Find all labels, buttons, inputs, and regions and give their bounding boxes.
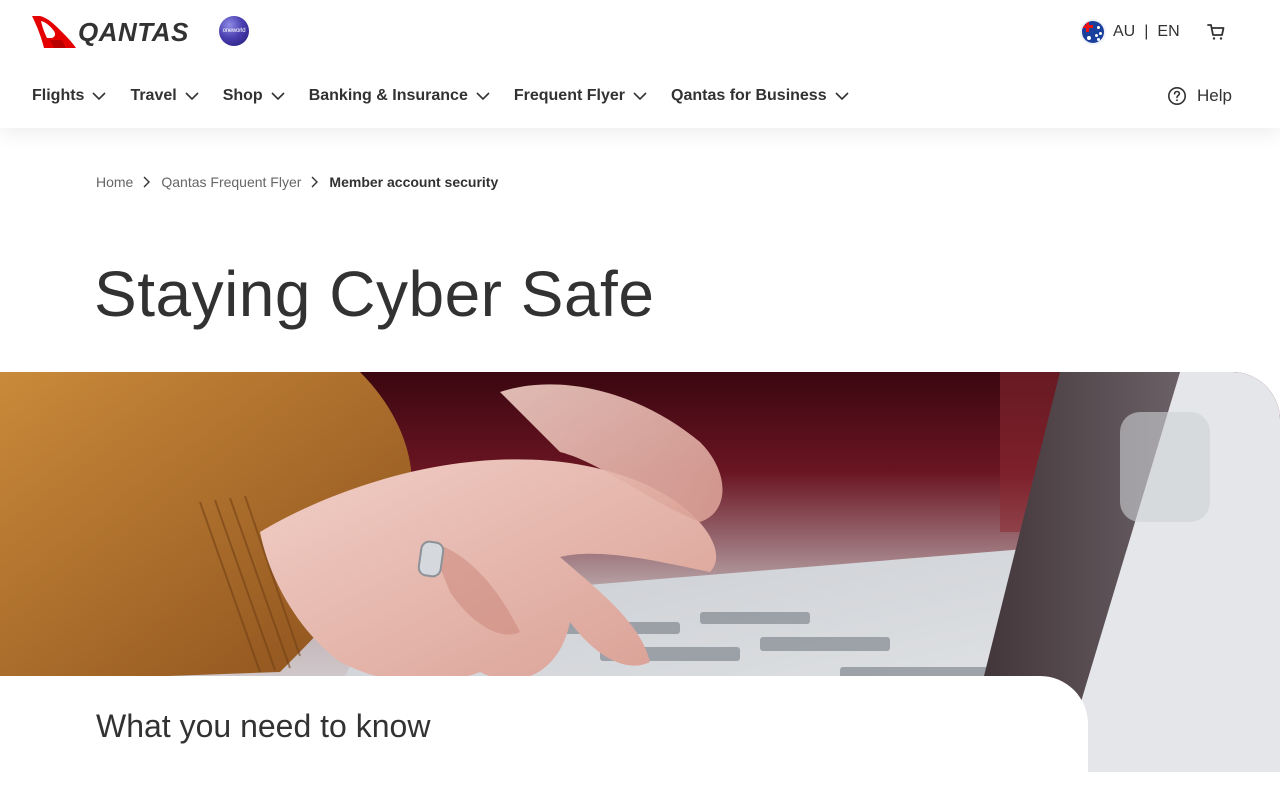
australia-flag-icon [1082,21,1104,43]
nav-shop-label: Shop [222,87,263,104]
content-card: What you need to know [0,676,1088,800]
chevron-down-icon [271,92,285,100]
locale-selector[interactable]: AU | EN [1082,20,1180,44]
nav-flights[interactable]: Flights [32,84,107,108]
qantas-logo[interactable]: QANTAS [32,16,189,48]
nav-shop[interactable]: Shop [223,84,285,108]
locale-language: EN [1157,23,1180,40]
nav-banking-insurance-label: Banking & Insurance [308,87,468,104]
oneworld-label: oneworld [222,28,246,34]
chevron-down-icon [835,92,849,100]
main-nav: Flights Travel Shop Banking & Insurance … [32,84,873,108]
chevron-right-icon [311,176,319,188]
breadcrumb-home[interactable]: Home [96,174,133,190]
breadcrumb: Home Qantas Frequent Flyer Member accoun… [96,174,498,190]
nav-travel-label: Travel [130,87,177,104]
nav-flights-label: Flights [32,87,85,104]
chevron-down-icon [476,92,490,100]
help-link[interactable]: Help [1167,84,1232,108]
locale-separator: | [1144,23,1149,40]
nav-frequent-flyer-label: Frequent Flyer [513,87,625,104]
breadcrumb-current: Member account security [329,174,499,190]
chevron-down-icon [633,92,647,100]
nav-qantas-for-business-label: Qantas for Business [671,87,827,104]
kangaroo-logo-icon [32,16,76,48]
chevron-down-icon [185,92,199,100]
nav-frequent-flyer[interactable]: Frequent Flyer [514,84,647,108]
nav-travel[interactable]: Travel [130,84,199,108]
nav-qantas-for-business[interactable]: Qantas for Business [671,84,849,108]
help-circle-icon [1168,87,1186,105]
site-header: QANTAS oneworld AU | EN Flights Travel S… [0,0,1280,128]
chevron-down-icon [92,92,107,100]
qantas-wordmark: QANTAS [78,17,189,47]
nav-banking-insurance[interactable]: Banking & Insurance [309,84,490,108]
section-heading: What you need to know [96,708,431,744]
breadcrumb-qantas-frequent-flyer[interactable]: Qantas Frequent Flyer [161,174,301,190]
help-label: Help [1197,86,1232,105]
oneworld-logo[interactable]: oneworld [219,16,249,46]
page-title: Staying Cyber Safe [94,258,655,330]
locale-country: AU [1113,23,1136,40]
cart-icon[interactable] [1206,22,1226,42]
chevron-right-icon [143,176,151,188]
